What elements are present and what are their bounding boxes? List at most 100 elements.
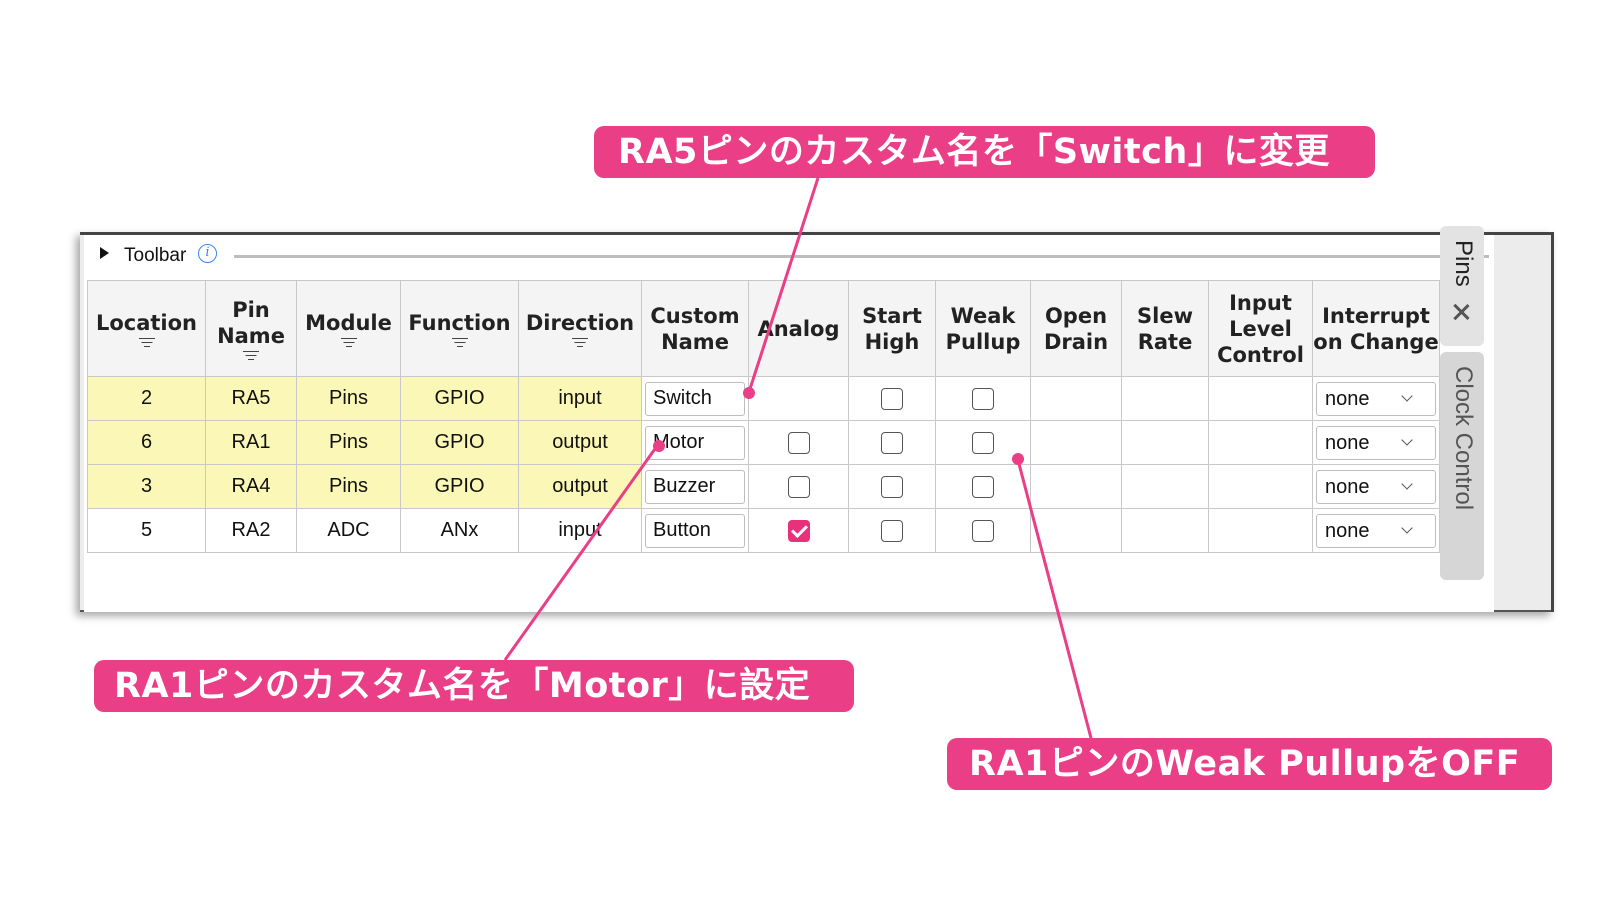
column-header-location[interactable]: Location [87,280,206,377]
table-header-row: Location Pin Name Module Function Direction C… [87,280,1440,377]
start-high-checkbox[interactable] [881,519,903,542]
pin-name-cell: RA4 [205,464,297,509]
location-cell: 2 [87,376,206,421]
open-drain-cell [1030,420,1122,465]
close-icon[interactable] [1451,302,1471,322]
start-high-checkbox[interactable] [881,431,903,454]
tab-clock-control-label: Clock Control [1450,366,1477,511]
interrupt-on-change-select[interactable]: none [1316,513,1436,548]
callout-ra1-weak-pullup: RA1ピンのWeak PullupをOFF [947,738,1552,790]
function-cell: GPIO [400,420,519,465]
column-header-label: Input Level Control [1217,290,1304,367]
expand-triangle-icon[interactable] [100,247,109,259]
toolbar-divider [234,255,1489,258]
interrupt-on-change-cell: none [1312,420,1440,465]
custom-name-input[interactable]: Motor [645,425,745,460]
location-cell: 6 [87,420,206,465]
custom-name-cell: Switch [641,376,749,421]
custom-name-input[interactable]: Buzzer [645,469,745,504]
analog-checkbox[interactable] [787,475,810,498]
input-level-control-cell [1208,420,1313,465]
column-header-label: Interrupt on Change [1313,303,1439,354]
tab-pins-label: Pins [1450,240,1477,287]
column-header-weak-pullup[interactable]: Weak Pullup [935,280,1031,377]
start-high-checkbox[interactable] [881,475,903,498]
column-header-label: Analog [757,316,840,341]
sort-filter-icon[interactable] [572,337,588,348]
weak-pullup-checkbox[interactable] [972,387,994,410]
column-header-function[interactable]: Function [400,280,519,377]
side-tabs: Pins Clock Control [1440,226,1486,592]
analog-cell [748,508,849,553]
column-header-direction[interactable]: Direction [518,280,642,377]
column-header-label: Module [305,310,392,335]
column-header-interrupt-on-change[interactable]: Interrupt on Change [1312,280,1440,377]
column-header-pin-name[interactable]: Pin Name [205,280,297,377]
custom-name-input[interactable]: Switch [645,381,745,416]
analog-checkbox[interactable] [787,431,810,454]
column-header-slew-rate[interactable]: Slew Rate [1121,280,1209,377]
table-row[interactable]: 3 RA4 Pins GPIO output Buzzer none [87,464,1440,509]
table-row[interactable]: 6 RA1 Pins GPIO output Motor none [87,420,1440,465]
interrupt-on-change-select[interactable]: none [1316,425,1436,460]
column-header-label: Slew Rate [1137,303,1193,354]
slew-rate-cell [1121,464,1209,509]
chevron-down-icon [1401,521,1413,534]
sort-filter-icon[interactable] [340,337,357,348]
weak-pullup-cell [935,464,1031,509]
weak-pullup-cell [935,508,1031,553]
column-header-label: Open Drain [1043,303,1109,354]
open-drain-cell [1030,464,1122,509]
chevron-down-icon [1401,389,1413,402]
custom-name-input[interactable]: Button [645,513,745,548]
start-high-cell [848,464,936,509]
column-header-custom-name[interactable]: Custom Name [641,280,749,377]
weak-pullup-checkbox[interactable] [972,475,994,498]
custom-name-cell: Motor [641,420,749,465]
column-header-label: Pin Name [217,297,285,348]
input-level-control-cell [1208,376,1313,421]
column-header-open-drain[interactable]: Open Drain [1030,280,1122,377]
sort-filter-icon[interactable] [138,337,155,348]
interrupt-on-change-cell: none [1312,376,1440,421]
column-header-label: Function [408,310,511,335]
function-cell: ANx [400,508,519,553]
interrupt-on-change-select[interactable]: none [1316,469,1436,504]
table-row[interactable]: 5 RA2 ADC ANx input Button none [87,508,1440,553]
module-cell: ADC [296,508,401,553]
analog-checkbox[interactable] [787,519,810,542]
chevron-down-icon [1401,433,1413,446]
pin-table-area: Location Pin Name Module Function Direction C… [84,275,1494,612]
tab-clock-control[interactable]: Clock Control [1440,352,1484,580]
location-cell: 3 [87,464,206,509]
select-value: none [1325,519,1370,542]
pin-table: Location Pin Name Module Function Direction C… [87,280,1440,553]
sort-filter-icon[interactable] [243,350,259,361]
start-high-cell [848,376,936,421]
start-high-checkbox[interactable] [881,387,903,410]
weak-pullup-cell [935,376,1031,421]
toolbar-label[interactable]: Toolbar [124,245,186,267]
input-level-control-cell [1208,464,1313,509]
column-header-module[interactable]: Module [296,280,401,377]
weak-pullup-checkbox[interactable] [972,519,994,542]
tab-pins[interactable]: Pins [1440,226,1484,346]
column-header-start-high[interactable]: Start High [848,280,936,377]
direction-cell: input [518,508,642,553]
analog-cell [748,420,849,465]
column-header-input-level-control[interactable]: Input Level Control [1208,280,1313,377]
direction-cell: input [518,376,642,421]
toolbar-row: Toolbar i [84,235,1494,275]
info-icon[interactable]: i [198,244,217,263]
pin-manager-panel: Toolbar i Location Pin Name Module Function… [80,232,1554,612]
interrupt-on-change-cell: none [1312,508,1440,553]
analog-cell [748,464,849,509]
interrupt-on-change-select[interactable]: none [1316,381,1436,416]
weak-pullup-checkbox[interactable] [972,431,994,454]
table-row[interactable]: 2 RA5 Pins GPIO input Switch none [87,376,1440,421]
select-value: none [1325,431,1370,454]
column-header-analog[interactable]: Analog [748,280,849,377]
direction-cell: output [518,420,642,465]
column-header-label: Location [95,310,198,335]
sort-filter-icon[interactable] [451,337,468,348]
